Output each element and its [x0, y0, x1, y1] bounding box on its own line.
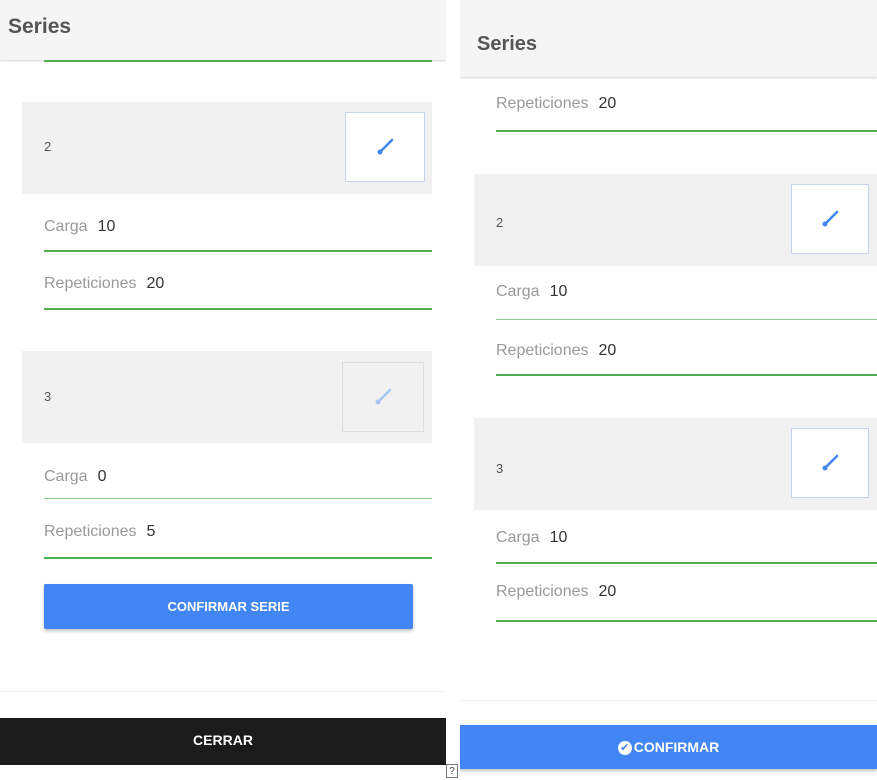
confirm-label: CONFIRMAR — [633, 739, 720, 755]
set-header-2: 2 — [22, 102, 432, 194]
check-circle-icon: ✔ — [617, 741, 632, 756]
series-panel-left: Series 2 Carga 10 Repeticiones 20 3 Carga 0… — [0, 0, 446, 780]
carga-field[interactable]: Carga 10 — [496, 510, 877, 564]
set-header-3: 3 — [22, 351, 432, 443]
set-header-3: 3 — [474, 418, 877, 510]
carga-label: Carga — [496, 529, 540, 546]
help-icon[interactable]: ? — [446, 764, 458, 778]
carga-label: Carga — [44, 218, 88, 235]
edit-set-button[interactable] — [791, 184, 869, 254]
repeticiones-label: Repeticiones — [44, 523, 137, 540]
repeticiones-value: 20 — [598, 583, 617, 600]
repeticiones-value: 20 — [598, 342, 617, 359]
set-header-2: 2 — [474, 174, 877, 266]
page-title: Series — [460, 0, 877, 77]
carga-value: 0 — [97, 468, 107, 485]
repeticiones-value: 20 — [598, 95, 617, 112]
set-number: 2 — [44, 139, 52, 154]
series-panel-right: Series Repeticiones 20 2 Carga 10 Repetici… — [460, 0, 877, 780]
brush-icon — [377, 138, 394, 155]
set-number: 3 — [44, 389, 52, 404]
carga-value: 10 — [549, 529, 568, 546]
repeticiones-field[interactable]: Repeticiones 20 — [44, 266, 432, 310]
carga-field[interactable]: Carga 10 — [44, 210, 432, 252]
repeticiones-label: Repeticiones — [44, 275, 137, 292]
carga-value: 10 — [549, 283, 568, 300]
confirm-series-button[interactable]: CONFIRMAR SERIE — [44, 584, 413, 629]
edit-set-button[interactable] — [791, 428, 869, 498]
close-button[interactable]: CERRAR — [0, 718, 446, 765]
brush-icon — [375, 388, 392, 405]
repeticiones-field[interactable]: Repeticiones 20 — [496, 320, 877, 376]
repeticiones-label: Repeticiones — [496, 583, 589, 600]
repeticiones-value: 20 — [146, 275, 165, 292]
carga-field[interactable]: Carga 10 — [496, 266, 877, 320]
brush-icon — [822, 454, 839, 471]
repeticiones-label: Repeticiones — [496, 342, 589, 359]
page-title: Series — [0, 0, 446, 60]
edit-set-button[interactable] — [342, 362, 424, 432]
repeticiones-field[interactable]: Repeticiones 5 — [44, 513, 432, 559]
divider — [460, 700, 877, 701]
repeticiones-field[interactable]: Repeticiones 20 — [496, 564, 877, 622]
repeticiones-value: 5 — [146, 523, 156, 540]
edit-set-button[interactable] — [345, 112, 425, 182]
field-underline — [44, 60, 432, 62]
confirm-button[interactable]: ✔ CONFIRMAR — [460, 725, 877, 769]
divider — [0, 691, 446, 692]
repeticiones-field[interactable]: Repeticiones 20 — [496, 78, 877, 132]
brush-icon — [822, 210, 839, 227]
carga-label: Carga — [496, 283, 540, 300]
set-number: 2 — [496, 215, 504, 230]
carga-field[interactable]: Carga 0 — [44, 459, 432, 499]
carga-label: Carga — [44, 468, 88, 485]
set-number: 3 — [496, 461, 504, 476]
carga-value: 10 — [97, 218, 116, 235]
repeticiones-label: Repeticiones — [496, 95, 589, 112]
